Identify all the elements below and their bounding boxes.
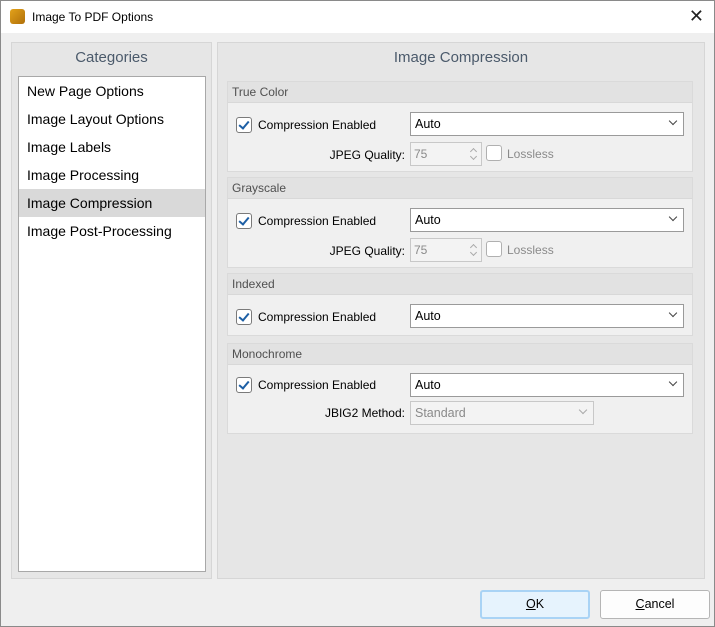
lossless-checkbox[interactable] <box>486 241 502 257</box>
spinner-value: 75 <box>414 147 428 161</box>
compression-method-dropdown[interactable]: Auto <box>410 208 684 232</box>
spinner-value: 75 <box>414 243 428 257</box>
categories-panel: Categories New Page Options Image Layout… <box>11 42 212 579</box>
jbig2-method-dropdown[interactable]: Standard <box>410 401 594 425</box>
group-grayscale: Grayscale Compression Enabled Auto JPEG … <box>227 177 693 268</box>
compression-enabled-checkbox[interactable] <box>236 309 252 325</box>
compression-method-dropdown[interactable]: Auto <box>410 373 684 397</box>
lossless-checkbox[interactable] <box>486 145 502 161</box>
category-image-compression[interactable]: Image Compression <box>19 189 205 217</box>
compression-enabled-label: Compression Enabled <box>258 378 377 392</box>
dropdown-value: Auto <box>415 117 441 131</box>
group-title: Indexed <box>228 274 692 295</box>
category-image-processing[interactable]: Image Processing <box>19 161 205 189</box>
cancel-label: ancel <box>644 597 675 611</box>
title-bar: Image To PDF Options ✕ <box>1 1 714 33</box>
ok-label: K <box>535 597 545 611</box>
group-monochrome: Monochrome Compression Enabled Auto JBIG… <box>227 343 693 434</box>
spin-down-icon[interactable] <box>469 248 478 257</box>
ok-mnemonic: O <box>525 597 536 611</box>
jbig2-method-label: JBIG2 Method: <box>324 406 405 420</box>
group-title: True Color <box>228 82 692 103</box>
jpeg-quality-label: JPEG Quality: <box>329 244 405 258</box>
group-true-color: True Color Compression Enabled Auto JPEG… <box>227 81 693 172</box>
spin-down-icon[interactable] <box>469 152 478 161</box>
group-title: Monochrome <box>228 344 692 365</box>
ok-button[interactable]: OK <box>480 590 590 619</box>
window-title: Image To PDF Options <box>32 10 154 24</box>
dialog-window: Image To PDF Options ✕ Categories New Pa… <box>0 0 715 627</box>
close-icon[interactable]: ✕ <box>689 6 704 27</box>
dropdown-value: Auto <box>415 213 441 227</box>
chevron-down-icon <box>668 212 678 222</box>
jpeg-quality-spinner[interactable]: 75 <box>410 142 482 166</box>
compression-enabled-checkbox[interactable] <box>236 117 252 133</box>
panel-header: Image Compression <box>393 49 529 66</box>
chevron-down-icon <box>578 405 588 415</box>
categories-header: Categories <box>75 49 148 66</box>
compression-enabled-checkbox[interactable] <box>236 213 252 229</box>
categories-list: New Page Options Image Layout Options Im… <box>18 76 206 572</box>
dropdown-value: Standard <box>415 406 466 420</box>
compression-enabled-checkbox[interactable] <box>236 377 252 393</box>
dropdown-value: Auto <box>415 378 441 392</box>
compression-method-dropdown[interactable]: Auto <box>410 304 684 328</box>
cancel-button[interactable]: Cancel <box>600 590 710 619</box>
lossless-label: Lossless <box>507 147 554 161</box>
category-new-page-options[interactable]: New Page Options <box>19 77 205 105</box>
dropdown-value: Auto <box>415 309 441 323</box>
group-title: Grayscale <box>228 178 692 199</box>
chevron-down-icon <box>668 377 678 387</box>
jpeg-quality-label: JPEG Quality: <box>329 148 405 162</box>
lossless-label: Lossless <box>507 243 554 257</box>
cancel-mnemonic: C <box>635 597 645 611</box>
group-indexed: Indexed Compression Enabled Auto <box>227 273 693 336</box>
compression-enabled-label: Compression Enabled <box>258 118 377 132</box>
compression-enabled-label: Compression Enabled <box>258 310 377 324</box>
category-image-post-processing[interactable]: Image Post-Processing <box>19 217 205 245</box>
jpeg-quality-spinner[interactable]: 75 <box>410 238 482 262</box>
compression-enabled-label: Compression Enabled <box>258 214 377 228</box>
image-compression-panel: Image Compression True Color Compression… <box>217 42 705 579</box>
category-image-labels[interactable]: Image Labels <box>19 133 205 161</box>
category-image-layout-options[interactable]: Image Layout Options <box>19 105 205 133</box>
app-icon <box>10 9 25 24</box>
compression-method-dropdown[interactable]: Auto <box>410 112 684 136</box>
chevron-down-icon <box>668 116 678 126</box>
chevron-down-icon <box>668 308 678 318</box>
